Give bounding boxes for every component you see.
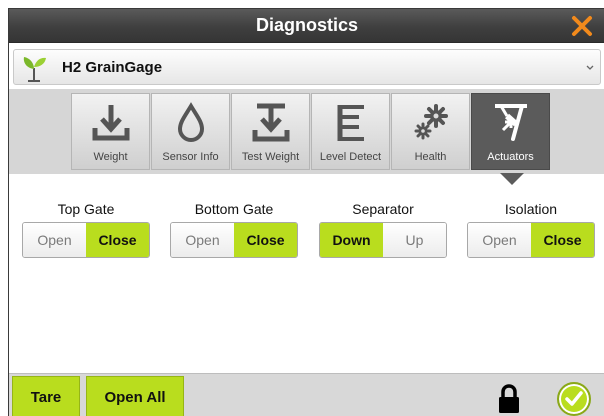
bottom-gate-control: Bottom Gate Open Close: [170, 199, 298, 258]
top-gate-open-button[interactable]: Open: [23, 223, 86, 257]
tab-actuators[interactable]: Actuators: [471, 93, 550, 170]
bottom-gate-close-button[interactable]: Close: [234, 223, 297, 257]
top-gate-close-button[interactable]: Close: [86, 223, 149, 257]
lock-icon[interactable]: [497, 384, 521, 414]
bottom-gate-open-button[interactable]: Open: [171, 223, 234, 257]
top-gate-toggle: Open Close: [22, 222, 150, 258]
test-weight-icon: [252, 103, 290, 142]
tab-strip: Weight Sensor Info Test Weight Level Det…: [9, 89, 604, 174]
bottom-gate-toggle: Open Close: [170, 222, 298, 258]
tab-label: Level Detect: [319, 151, 382, 163]
active-tab-pointer: [500, 173, 524, 185]
isolation-open-button[interactable]: Open: [468, 223, 531, 257]
open-all-button[interactable]: Open All: [86, 376, 184, 416]
plant-icon: [23, 57, 46, 82]
window-title: Diagnostics: [255, 15, 359, 35]
close-icon: [572, 16, 592, 36]
tare-button[interactable]: Tare: [12, 376, 80, 416]
actuator-controls: Top Gate Open Close Bottom Gate Open Clo…: [9, 199, 604, 269]
tab-level-detect[interactable]: Level Detect: [311, 93, 390, 170]
control-label: Separator: [352, 201, 414, 217]
confirm-button[interactable]: [557, 382, 591, 416]
chevron-down-icon: [586, 65, 594, 70]
diagnostics-window: Diagnostics H2 GrainGage Weight Sensor I…: [8, 8, 604, 416]
drop-icon: [177, 102, 205, 143]
tab-test-weight[interactable]: Test Weight: [231, 93, 310, 170]
tab-label: Sensor Info: [162, 151, 219, 163]
gears-icon: [414, 104, 448, 140]
tab-health[interactable]: Health: [391, 93, 470, 170]
tab-label: Test Weight: [241, 151, 300, 163]
tab-weight[interactable]: Weight: [71, 93, 150, 170]
device-name: H2 GrainGage: [62, 59, 163, 76]
control-label: Isolation: [504, 201, 558, 217]
separator-toggle: Down Up: [319, 222, 447, 258]
isolation-close-button[interactable]: Close: [531, 223, 594, 257]
actuator-icon: [495, 104, 527, 141]
separator-control: Separator Down Up: [319, 199, 447, 258]
isolation-toggle: Open Close: [467, 222, 595, 258]
bottom-toolbar: Tare Open All: [9, 373, 604, 416]
tab-sensor-info[interactable]: Sensor Info: [151, 93, 230, 170]
weight-icon: [92, 105, 130, 141]
top-gate-control: Top Gate Open Close: [22, 199, 150, 258]
control-label: Bottom Gate: [194, 201, 274, 217]
checkmark-icon: [565, 391, 583, 406]
separator-up-button[interactable]: Up: [383, 223, 446, 257]
isolation-control: Isolation Open Close: [467, 199, 595, 258]
tab-label: Weight: [93, 151, 128, 163]
tab-label: Health: [414, 151, 447, 163]
level-detect-icon: [337, 105, 364, 141]
close-button[interactable]: [571, 15, 593, 37]
separator-down-button[interactable]: Down: [320, 223, 383, 257]
tab-label: Actuators: [487, 151, 534, 163]
title-bar: Diagnostics: [9, 9, 604, 43]
device-selector[interactable]: H2 GrainGage: [13, 49, 601, 85]
control-label: Top Gate: [57, 201, 115, 217]
